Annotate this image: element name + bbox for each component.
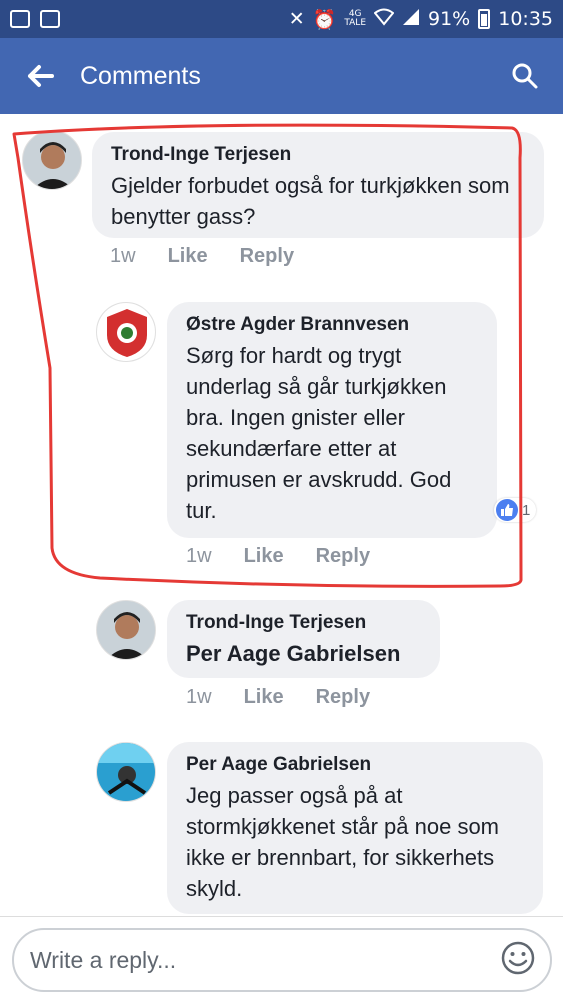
like-button[interactable]: Like	[244, 686, 284, 709]
back-button[interactable]	[0, 38, 80, 114]
search-button[interactable]	[487, 38, 563, 114]
smiley-icon	[501, 941, 535, 974]
clock: 10:35	[498, 8, 553, 30]
comment-timestamp: 1w	[186, 686, 212, 708]
avatar-trond-inge[interactable]	[96, 600, 156, 660]
comment-author[interactable]: Per Aage Gabrielsen	[186, 754, 525, 776]
avatar-per-aage[interactable]	[96, 742, 156, 802]
alarm-icon: ⏰	[312, 8, 337, 31]
network-type: 4G TALE	[344, 9, 366, 28]
battery-icon	[478, 9, 491, 29]
battery-percent: 91%	[428, 8, 471, 30]
comment-text: Jeg passer også på at stormkjøkkenet stå…	[186, 783, 500, 901]
page-title: Comments	[80, 61, 201, 90]
outlook-icon	[10, 10, 30, 28]
app-bar: Comments	[0, 38, 563, 114]
mention-link[interactable]: Per Aage Gabrielsen	[186, 638, 422, 669]
emoji-button[interactable]	[500, 940, 536, 981]
arrow-left-icon	[28, 65, 54, 87]
mute-icon: ✕	[288, 8, 305, 30]
comment-bubble[interactable]: Per Aage Gabrielsen Jeg passer også på a…	[167, 742, 543, 914]
reply-placeholder: Write a reply...	[30, 946, 177, 973]
signal-icon	[402, 8, 420, 31]
comment-bubble[interactable]: Trond-Inge Terjesen Per Aage Gabrielsen	[167, 600, 440, 678]
comment-author[interactable]: Trond-Inge Terjesen	[186, 612, 422, 634]
status-bar: ✕ ⏰ 4G TALE 91% 10:35	[0, 0, 563, 38]
reply-button[interactable]: Reply	[316, 686, 370, 709]
search-icon	[512, 63, 538, 89]
reply-input[interactable]: Write a reply...	[12, 928, 552, 992]
wifi-icon	[373, 8, 395, 31]
reply-composer: Write a reply...	[0, 916, 563, 1000]
comment-actions: 1w Like Reply	[186, 686, 370, 709]
highlight-outline	[12, 123, 523, 588]
gallery-icon	[40, 10, 60, 28]
